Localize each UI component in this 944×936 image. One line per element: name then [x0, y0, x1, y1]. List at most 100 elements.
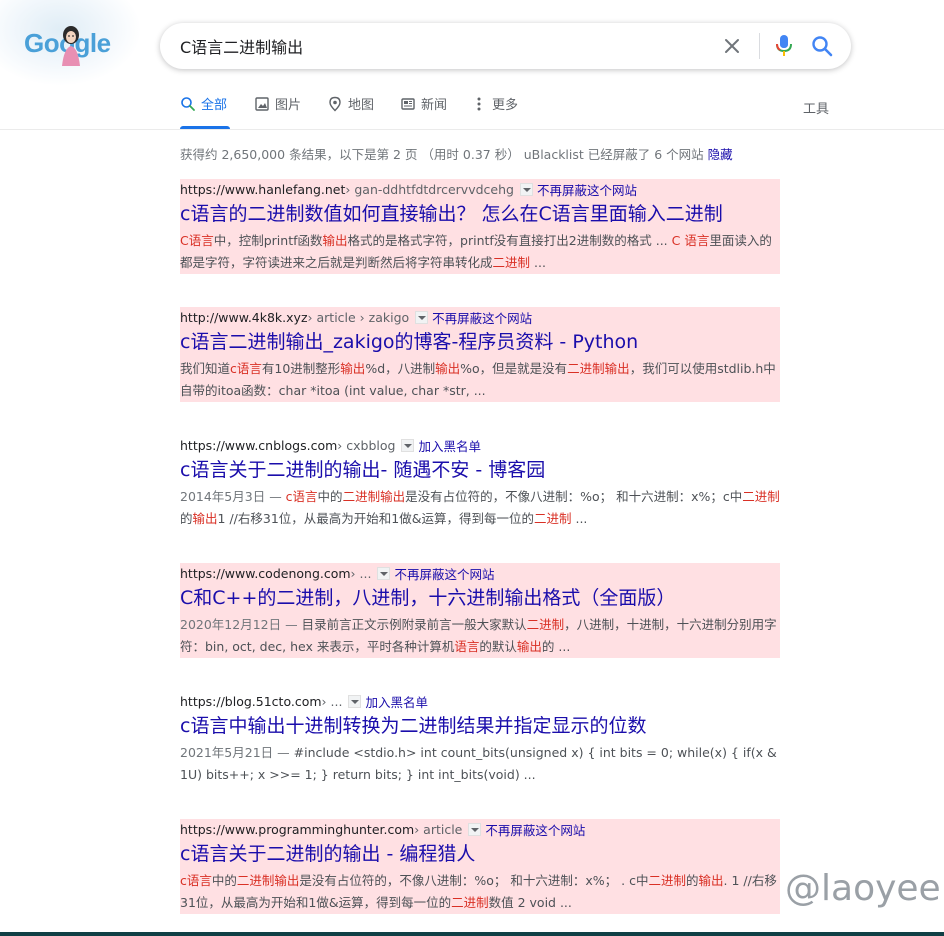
image-icon — [255, 97, 269, 111]
snippet-text: ... — [530, 255, 546, 270]
watermark-text: @laoyee — [785, 868, 941, 909]
search-result: https://www.hanlefang.net › gan-ddhtfdtd… — [180, 179, 780, 274]
result-path: › ... — [350, 565, 372, 581]
result-title-link[interactable]: c语言中输出十进制转换为二进制结果并指定显示的位数 — [180, 712, 780, 740]
tab-maps[interactable]: 地图 — [327, 94, 374, 129]
result-snippet: c语言中的二进制输出是没有占位符的，不像八进制：%o； 和十六进制：x%； . … — [180, 870, 780, 914]
snippet-text: 中的 — [317, 489, 343, 504]
snippet-highlight: 二进制 — [534, 511, 572, 526]
result-url[interactable]: http://www.4k8k.xyz › article › zakigo 不再… — [180, 307, 780, 327]
tab-news[interactable]: 新闻 — [400, 94, 447, 129]
snippet-highlight: c语言 — [180, 873, 212, 888]
snippet-highlight: 二进制输出 — [236, 873, 300, 888]
tab-label: 新闻 — [421, 98, 448, 113]
map-pin-icon — [329, 96, 341, 112]
result-title-link[interactable]: c语言关于二进制的输出- 随遇不安 - 博客园 — [180, 456, 780, 484]
result-url[interactable]: https://www.codenong.com › ... 不再屏蔽这个网站 — [180, 563, 780, 583]
clear-icon[interactable] — [722, 36, 742, 56]
snippet-highlight: 二进制输出 — [342, 489, 406, 504]
search-divider — [759, 33, 760, 59]
unblock-site-link[interactable]: 不再屏蔽这个网站 — [485, 820, 585, 839]
snippet-highlight: 二进制 — [742, 489, 780, 504]
tools-button[interactable]: 工具 — [803, 98, 829, 117]
tab-images[interactable]: 图片 — [254, 94, 301, 129]
snippet-highlight: 语言 — [454, 639, 480, 654]
tab-label: 地图 — [348, 98, 375, 113]
snippet-text: 的 ... — [541, 639, 571, 654]
result-domain: https://www.cnblogs.com — [180, 437, 338, 453]
result-url[interactable]: https://www.programminghunter.com › arti… — [180, 819, 780, 839]
result-menu-dropdown-icon[interactable] — [415, 310, 429, 324]
unblock-site-link[interactable]: 不再屏蔽这个网站 — [394, 564, 494, 583]
doodle-figure-icon — [62, 26, 80, 66]
snippet-text: %d，八进制 — [365, 361, 436, 376]
result-date: 2014年5月3日 — — [180, 489, 286, 504]
snippet-highlight: 输出 — [340, 361, 366, 376]
result-snippet: 我们知道c语言有10进制整形输出%d，八进制输出%o，但是就是没有二进制输出，我… — [180, 358, 780, 402]
snippet-text: 中的 — [211, 873, 237, 888]
snippet-highlight: c语言 — [230, 361, 262, 376]
result-domain: https://www.codenong.com — [180, 565, 351, 581]
snippet-text: 有10进制整形 — [261, 361, 341, 376]
result-snippet: 2020年12月12日 — 目录前言正文示例附录前言一般大家默认二进制，八进制，… — [180, 614, 780, 658]
result-title-link[interactable]: C和C++的二进制，八进制，十六进制输出格式（全面版） — [180, 584, 780, 612]
snippet-text: 中，控制printf函数 — [213, 233, 323, 248]
result-menu-dropdown-icon[interactable] — [348, 694, 362, 708]
snippet-text: ... — [571, 511, 588, 526]
add-to-blacklist-link[interactable]: 加入黑名单 — [365, 692, 428, 711]
search-box — [160, 23, 851, 69]
snippet-highlight: 输出 — [516, 639, 542, 654]
google-doodle-logo[interactable]: Google — [0, 0, 140, 85]
snippet-text: 格式的是格式字符，printf没有直接打出2进制数的格式 ... — [347, 233, 672, 248]
result-stats-text: 获得约 2,650,000 条结果，以下是第 2 页 （用时 0.37 秒） u… — [180, 147, 708, 162]
tab-more[interactable]: 更多 — [471, 94, 518, 129]
result-url[interactable]: https://www.cnblogs.com › cxbblog 加入黑名单 — [180, 435, 780, 455]
tab-all[interactable]: 全部 — [180, 94, 230, 129]
result-menu-dropdown-icon[interactable] — [377, 566, 391, 580]
result-url[interactable]: https://www.hanlefang.net › gan-ddhtfdtd… — [180, 179, 780, 199]
snippet-text: 目录前言正文示例附录前言一般大家默认 — [301, 617, 527, 632]
tab-label: 图片 — [275, 98, 302, 113]
hide-blocked-link[interactable]: 隐藏 — [708, 147, 733, 162]
snippet-text: 我们知道 — [180, 361, 231, 376]
search-input[interactable] — [180, 34, 710, 58]
snippet-highlight: 输出 — [698, 873, 724, 888]
result-domain: https://blog.51cto.com — [180, 693, 322, 709]
result-menu-dropdown-icon[interactable] — [519, 182, 533, 196]
result-menu-dropdown-icon[interactable] — [468, 822, 482, 836]
unblock-site-link[interactable]: 不再屏蔽这个网站 — [432, 308, 532, 327]
result-snippet: C语言中，控制printf函数输出格式的是格式字符，printf没有直接打出2进… — [180, 230, 780, 274]
result-date: 2021年5月21日 — — [180, 745, 294, 760]
search-result: https://www.programminghunter.com › arti… — [180, 819, 780, 914]
search-submit-icon[interactable] — [811, 35, 833, 57]
search-result: https://www.codenong.com › ... 不再屏蔽这个网站 C和… — [180, 563, 780, 658]
add-to-blacklist-link[interactable]: 加入黑名单 — [418, 436, 481, 455]
unblock-site-link[interactable]: 不再屏蔽这个网站 — [537, 180, 637, 199]
search-tabs: 全部 图片 地图 新闻 更多 — [180, 94, 860, 129]
more-icon — [477, 97, 481, 111]
result-menu-dropdown-icon[interactable] — [401, 438, 415, 452]
snippet-highlight: 输出 — [435, 361, 461, 376]
result-title-link[interactable]: c语言关于二进制的输出 - 编程猎人 — [180, 840, 780, 868]
search-icon — [181, 97, 195, 111]
snippet-text: 是没有占位符的，不像八进制：%o； 和十六进制：x%；c中 — [405, 489, 743, 504]
search-result: https://blog.51cto.com › ... 加入黑名单 c语言中输出十… — [180, 691, 780, 786]
snippet-highlight: 输出 — [192, 511, 218, 526]
header-divider — [0, 129, 944, 130]
result-url[interactable]: https://blog.51cto.com › ... 加入黑名单 — [180, 691, 780, 711]
result-domain: https://www.hanlefang.net — [180, 181, 346, 197]
snippet-highlight: 二进制 — [492, 255, 531, 270]
result-path: › article › zakigo — [307, 309, 410, 325]
taskbar-edge — [0, 932, 944, 936]
microphone-icon[interactable] — [773, 34, 795, 58]
result-title-link[interactable]: c语言二进制输出_zakigo的博客-程序员资料 - Python — [180, 328, 780, 356]
result-path: › cxbblog — [337, 437, 396, 453]
result-domain: https://www.programminghunter.com — [180, 821, 415, 837]
result-title-link[interactable]: c语言的二进制数值如何直接输出？ 怎么在C语言里面输入二进制 — [180, 200, 780, 228]
search-result: https://www.cnblogs.com › cxbblog 加入黑名单 c语… — [180, 435, 780, 530]
snippet-highlight: 二进制输出 — [567, 361, 630, 376]
result-domain: http://www.4k8k.xyz — [180, 309, 308, 325]
result-date: 2020年12月12日 — — [180, 617, 302, 632]
snippet-text: 1 //右移31位，从最高为开始和1做&运算，得到每一位的 — [217, 511, 534, 526]
news-icon — [401, 98, 415, 110]
